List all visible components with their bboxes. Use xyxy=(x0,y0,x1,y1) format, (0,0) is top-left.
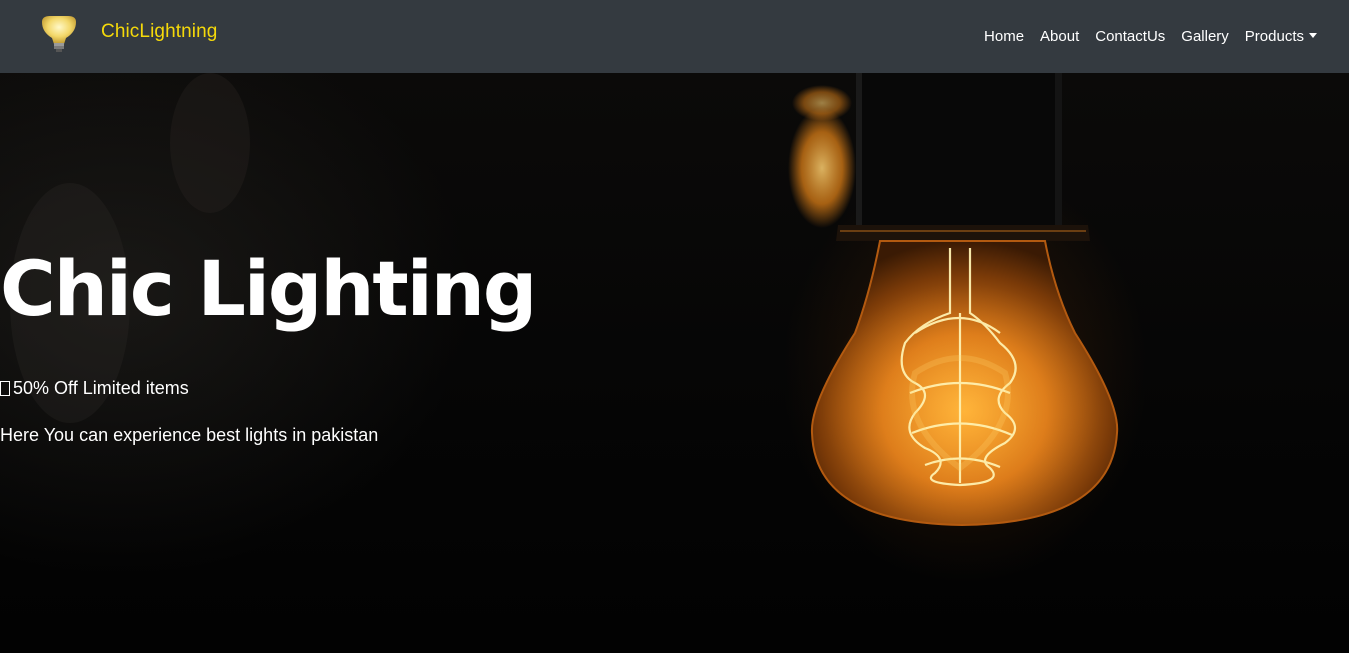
hero-description: Here You can experience best lights in p… xyxy=(0,425,379,445)
hero-promo: 50% Off Limited items xyxy=(0,378,189,399)
missing-glyph-box xyxy=(0,381,10,396)
light-bulb-icon[interactable] xyxy=(38,14,80,54)
nav-about[interactable]: About xyxy=(1032,28,1087,45)
main-nav: Home About ContactUs Gallery Products xyxy=(976,0,1325,73)
brand-name[interactable]: ChicLightning xyxy=(101,21,217,43)
nav-home-label: Home xyxy=(984,28,1025,45)
hero-light-bulb-image xyxy=(10,73,1119,527)
nav-gallery[interactable]: Gallery xyxy=(1173,28,1237,45)
nav-about-label: About xyxy=(1040,28,1080,45)
nav-contactus-label: ContactUs xyxy=(1095,28,1166,45)
hero-banner: Chic Lighting 50% Off Limited items Here… xyxy=(0,73,1349,653)
nav-products-dropdown[interactable]: Products xyxy=(1237,28,1325,45)
top-navbar: ChicLightning Home About ContactUs Galle… xyxy=(0,0,1349,73)
nav-products-label: Products xyxy=(1244,28,1304,45)
caret-down-icon xyxy=(1309,33,1317,38)
nav-home[interactable]: Home xyxy=(976,28,1032,45)
hero-title: Chic Lighting xyxy=(0,244,537,333)
hero-promo-text: 50% Off Limited items xyxy=(13,378,189,398)
nav-gallery-label: Gallery xyxy=(1181,28,1229,45)
nav-contactus[interactable]: ContactUs xyxy=(1087,28,1173,45)
